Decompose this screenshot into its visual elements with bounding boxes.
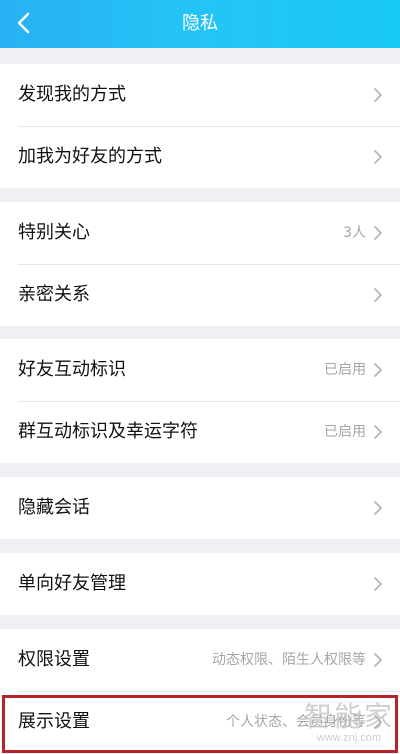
setting-row-add-friend-method[interactable]: 加我为好友的方式 <box>0 126 400 188</box>
setting-label: 加我为好友的方式 <box>18 146 162 167</box>
chevron-right-icon <box>374 226 382 240</box>
chevron-right-icon <box>374 288 382 302</box>
setting-label: 好友互动标识 <box>18 359 126 380</box>
setting-label: 发现我的方式 <box>18 84 126 105</box>
settings-group-relations: 特别关心 3人 亲密关系 <box>0 202 400 326</box>
settings-group-one-way-friends: 单向好友管理 <box>0 553 400 615</box>
setting-row-hidden-chat[interactable]: 隐藏会话 <box>0 477 400 539</box>
settings-group-hidden-chat: 隐藏会话 <box>0 477 400 539</box>
settings-group-interaction: 好友互动标识 已启用 群互动标识及幸运字符 已启用 <box>0 339 400 463</box>
setting-label: 展示设置 <box>18 711 90 732</box>
setting-value: 个人状态、会员身份等 <box>226 714 366 730</box>
setting-row-discover-me[interactable]: 发现我的方式 <box>0 64 400 126</box>
setting-value: 已启用 <box>324 362 366 378</box>
settings-group-permissions: 权限设置 动态权限、陌生人权限等 展示设置 个人状态、会员身份等 <box>0 629 400 753</box>
setting-label: 隐藏会话 <box>18 497 90 518</box>
setting-label: 权限设置 <box>18 649 90 670</box>
settings-group-discovery: 发现我的方式 加我为好友的方式 <box>0 64 400 188</box>
chevron-right-icon <box>374 501 382 515</box>
page-title: 隐私 <box>182 13 218 34</box>
chevron-right-icon <box>374 425 382 439</box>
setting-row-permission-settings[interactable]: 权限设置 动态权限、陌生人权限等 <box>0 629 400 691</box>
setting-value: 3人 <box>343 225 366 241</box>
setting-value: 已启用 <box>324 424 366 440</box>
setting-row-intimate-relation[interactable]: 亲密关系 <box>0 264 400 326</box>
setting-value: 动态权限、陌生人权限等 <box>212 652 366 668</box>
chevron-right-icon <box>374 715 382 729</box>
setting-row-display-settings[interactable]: 展示设置 个人状态、会员身份等 <box>0 691 400 753</box>
setting-label: 群互动标识及幸运字符 <box>18 421 198 442</box>
chevron-right-icon <box>374 363 382 377</box>
setting-row-one-way-friend-management[interactable]: 单向好友管理 <box>0 553 400 615</box>
title-bar: 隐私 <box>0 0 400 48</box>
chevron-right-icon <box>374 88 382 102</box>
setting-row-friend-interaction-mark[interactable]: 好友互动标识 已启用 <box>0 339 400 401</box>
setting-label: 亲密关系 <box>18 284 90 305</box>
setting-label: 特别关心 <box>18 222 90 243</box>
setting-row-group-interaction-mark[interactable]: 群互动标识及幸运字符 已启用 <box>0 401 400 463</box>
chevron-right-icon <box>374 653 382 667</box>
chevron-right-icon <box>374 577 382 591</box>
setting-row-special-care[interactable]: 特别关心 3人 <box>0 202 400 264</box>
chevron-right-icon <box>374 150 382 164</box>
setting-label: 单向好友管理 <box>18 573 126 594</box>
